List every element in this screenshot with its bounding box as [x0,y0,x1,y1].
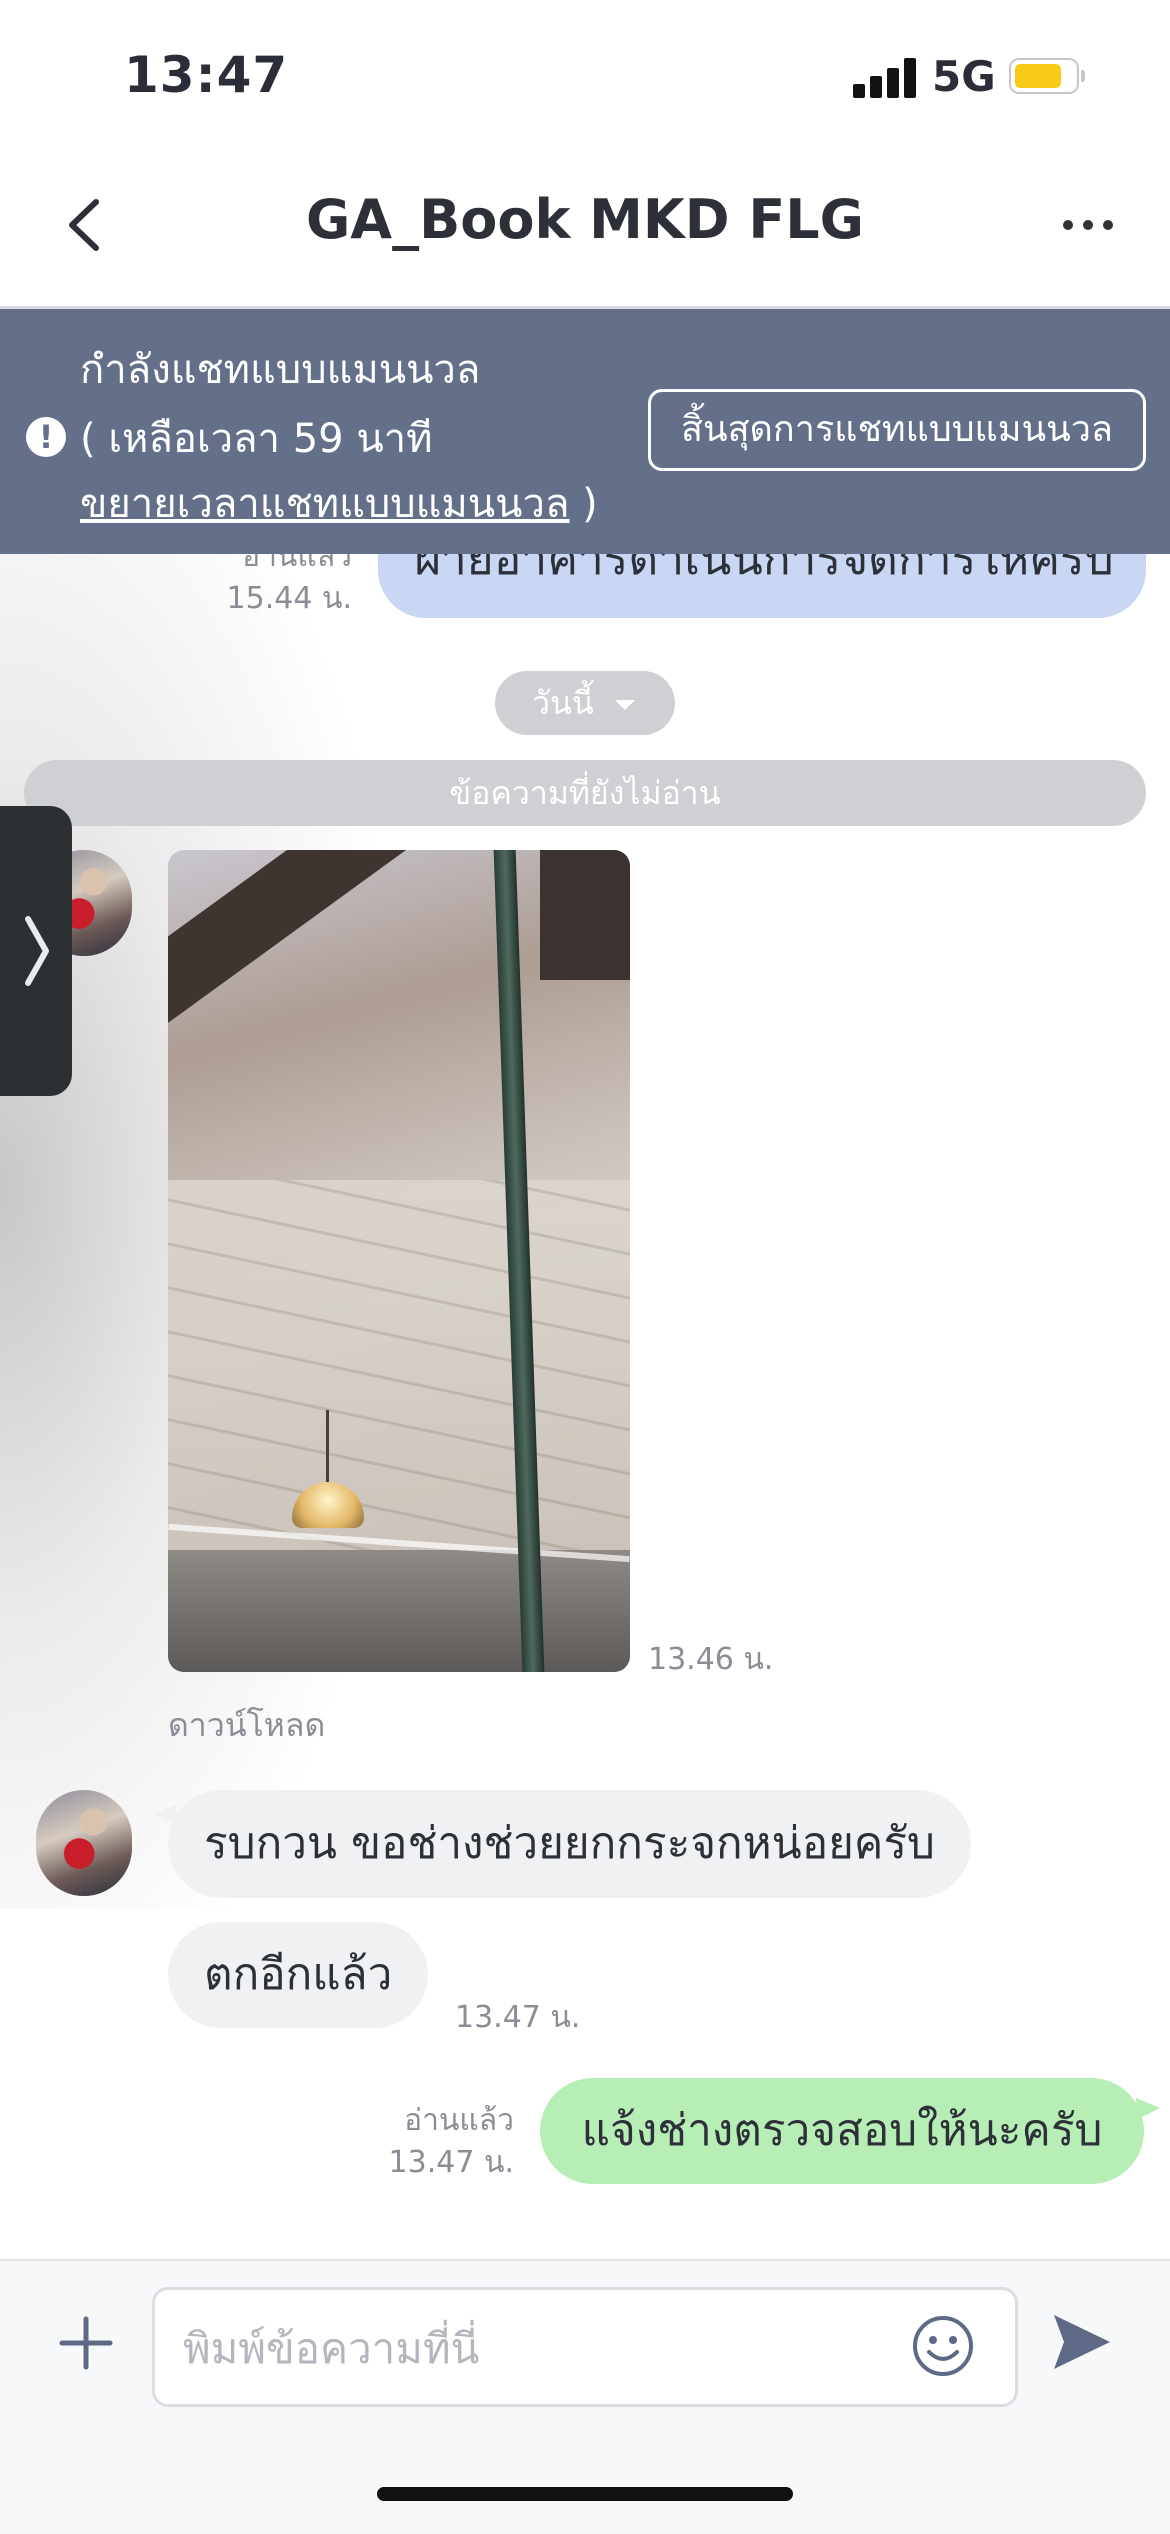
message-text: แจ้งช่างตรวจสอบให้นะครับ [581,2105,1103,2156]
side-panel-toggle[interactable] [0,806,72,1096]
manual-chat-banner: ! กำลังแชทแบบแมนนวล ( เหลือเวลา 59 นาที … [0,309,1170,554]
chat-title: GA_Book MKD FLG [305,188,864,251]
alert-icon: ! [26,417,66,457]
send-icon [1054,2315,1110,2369]
banner-title: กำลังแชทแบบแมนนวล [80,347,481,393]
image-message[interactable] [168,850,630,1672]
status-time: 13:47 [124,46,289,104]
banner-remaining-time: ( เหลือเวลา 59 นาที [80,416,433,462]
incoming-message-bubble[interactable]: รบกวน ขอช่างช่วยยกกระจกหน่อยครับ [154,1790,971,1898]
download-link[interactable]: ดาวน์โหลด [168,1700,325,1751]
incoming-message-bubble[interactable]: ตกอีกแล้ว [168,1922,429,2028]
banner-paren: ) [569,481,598,527]
message-time: 13.47 น. [455,2000,581,2035]
caret-down-icon [614,700,635,710]
more-button[interactable] [1058,210,1118,240]
unread-divider: ข้อความที่ยังไม่อ่าน [24,760,1146,826]
message-time: 13.46 น. [648,1642,774,1677]
smiley-icon [913,2316,973,2376]
message-text: ตกอีกแล้ว [204,1949,393,2000]
network-label: 5G [932,52,996,101]
banner-extend-line: ขยายเวลาแชทแบบแมนนวล ) [80,471,598,535]
message-time: 13.47 น. [388,2145,514,2180]
home-indicator[interactable] [377,2487,793,2501]
read-label: อ่านแล้ว [404,2103,514,2138]
message-time: 15.44 น. [226,581,352,616]
battery-icon [1009,58,1085,96]
end-manual-chat-button[interactable]: สิ้นสุดการแชทแบบแมนนวล [648,389,1146,471]
plus-icon [59,2316,113,2370]
more-horizontal-icon [1063,220,1113,230]
send-button[interactable] [1050,2311,1114,2373]
outgoing-message-bubble[interactable]: แจ้งช่างตรวจสอบให้นะครับ [540,2078,1160,2184]
date-label: วันนี้ [532,684,594,722]
avatar[interactable] [36,1790,132,1896]
chat-header: GA_Book MKD FLG [0,150,1170,309]
message-text: รบกวน ขอช่างช่วยยกกระจกหน่อยครับ [204,1818,935,1869]
status-bar: 13:47 5G [0,0,1170,150]
signal-icon [853,58,917,98]
chevron-right-icon [25,916,49,986]
emoji-button[interactable] [909,2312,977,2380]
message-input[interactable] [181,2314,905,2382]
add-attachment-button[interactable] [58,2315,114,2371]
date-chip[interactable]: วันนี้ [495,671,675,735]
extend-time-link[interactable]: ขยายเวลาแชทแบบแมนนวล [80,481,569,527]
message-input-field [152,2287,1018,2407]
message-receipt: อ่านแล้ว 13.47 น. [374,2100,514,2184]
message-input-bar [0,2259,1170,2534]
